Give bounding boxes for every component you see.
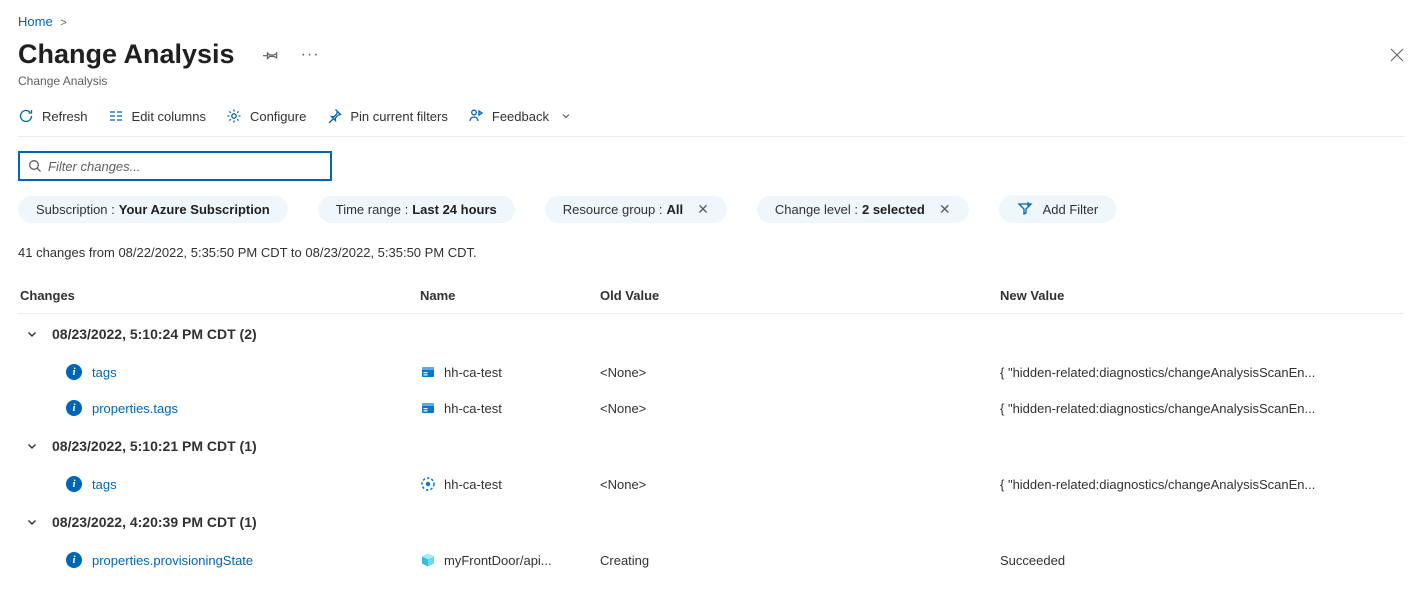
pill-subscription[interactable]: Subscription : Your Azure Subscription xyxy=(18,196,288,223)
group-header-text: 08/23/2022, 4:20:39 PM CDT (1) xyxy=(52,514,257,530)
new-value: { "hidden-related:diagnostics/changeAnal… xyxy=(998,401,1404,416)
table-group-header[interactable]: 08/23/2022, 5:10:21 PM CDT (1) xyxy=(18,426,1404,466)
new-value: { "hidden-related:diagnostics/changeAnal… xyxy=(998,477,1404,492)
table-row[interactable]: itags hh-ca-test <None>{ "hidden-related:d… xyxy=(18,354,1404,390)
edit-columns-button[interactable]: Edit columns xyxy=(108,108,206,124)
pill-timerange[interactable]: Time range : Last 24 hours xyxy=(318,196,515,223)
change-link[interactable]: properties.tags xyxy=(92,401,178,416)
feedback-label: Feedback xyxy=(492,109,549,124)
breadcrumb: Home > xyxy=(18,0,1404,39)
pill-changelevel-label: Change level : xyxy=(775,202,858,217)
pin-filters-label: Pin current filters xyxy=(350,109,448,124)
pill-rgroup-clear-icon[interactable]: ✕ xyxy=(697,202,709,216)
resource-name: hh-ca-test xyxy=(444,365,502,380)
chevron-down-icon xyxy=(26,328,38,340)
search-icon xyxy=(28,159,42,173)
old-value: Creating xyxy=(598,553,998,568)
resource-name: hh-ca-test xyxy=(444,477,502,492)
table-group-header[interactable]: 08/23/2022, 4:20:39 PM CDT (1) xyxy=(18,502,1404,542)
table-group-header[interactable]: 08/23/2022, 5:10:24 PM CDT (2) xyxy=(18,314,1404,354)
change-link[interactable]: tags xyxy=(92,365,117,380)
refresh-button[interactable]: Refresh xyxy=(18,108,88,124)
pill-subscription-label: Subscription : xyxy=(36,202,115,217)
table-row[interactable]: i properties.provisioningState myFrontDoor… xyxy=(18,542,1404,578)
pill-changelevel-clear-icon[interactable]: ✕ xyxy=(939,202,951,216)
new-value: Succeeded xyxy=(998,553,1404,568)
add-filter-label: Add Filter xyxy=(1043,202,1099,217)
pill-resource-group[interactable]: Resource group : All ✕ xyxy=(545,196,727,223)
group-header-text: 08/23/2022, 5:10:21 PM CDT (1) xyxy=(52,438,257,454)
edit-columns-label: Edit columns xyxy=(132,109,206,124)
old-value: <None> xyxy=(598,477,998,492)
info-icon: i xyxy=(66,476,82,492)
resource-name: myFrontDoor/api... xyxy=(444,553,552,568)
pill-timerange-label: Time range : xyxy=(336,202,409,217)
configure-button[interactable]: Configure xyxy=(226,108,306,124)
col-old[interactable]: Old Value xyxy=(598,288,998,303)
pill-timerange-value: Last 24 hours xyxy=(412,202,497,217)
col-changes[interactable]: Changes xyxy=(18,288,418,303)
change-link[interactable]: tags xyxy=(92,477,117,492)
breadcrumb-home[interactable]: Home xyxy=(18,14,53,29)
pill-changelevel-value: 2 selected xyxy=(862,202,925,217)
info-icon: i xyxy=(66,400,82,416)
resource-icon xyxy=(420,476,436,492)
summary-text: 41 changes from 08/22/2022, 5:35:50 PM C… xyxy=(18,245,1404,260)
more-icon[interactable]: ··· xyxy=(301,46,320,64)
change-link[interactable]: properties.provisioningState xyxy=(92,553,253,568)
old-value: <None> xyxy=(598,365,998,380)
pin-icon[interactable] xyxy=(263,47,279,63)
old-value: <None> xyxy=(598,401,998,416)
col-name[interactable]: Name xyxy=(418,288,598,303)
resource-icon xyxy=(420,552,436,568)
add-filter-button[interactable]: Add Filter xyxy=(999,195,1117,223)
table-row[interactable]: itags hh-ca-test <None>{ "hidden-related:d… xyxy=(18,466,1404,502)
group-header-text: 08/23/2022, 5:10:24 PM CDT (2) xyxy=(52,326,257,342)
changes-table: Changes Name Old Value New Value 08/23/2… xyxy=(18,278,1404,578)
chevron-down-icon xyxy=(26,516,38,528)
configure-label: Configure xyxy=(250,109,306,124)
feedback-button[interactable]: Feedback xyxy=(468,108,571,124)
pill-change-level[interactable]: Change level : 2 selected ✕ xyxy=(757,196,969,223)
table-header: Changes Name Old Value New Value xyxy=(18,278,1404,314)
pill-subscription-value: Your Azure Subscription xyxy=(119,202,270,217)
filter-input-wrapper[interactable] xyxy=(18,151,332,181)
page-subtitle: Change Analysis xyxy=(18,74,1404,88)
info-icon: i xyxy=(66,364,82,380)
toolbar: Refresh Edit columns Configure Pin curre… xyxy=(18,100,1404,137)
close-icon[interactable] xyxy=(1384,42,1410,68)
filter-input[interactable] xyxy=(48,159,322,174)
col-new[interactable]: New Value xyxy=(998,288,1404,303)
resource-name: hh-ca-test xyxy=(444,401,502,416)
refresh-label: Refresh xyxy=(42,109,88,124)
resource-icon xyxy=(420,364,436,380)
pill-rgroup-label: Resource group : xyxy=(563,202,663,217)
pill-rgroup-value: All xyxy=(667,202,684,217)
chevron-down-icon xyxy=(26,440,38,452)
resource-icon xyxy=(420,400,436,416)
pin-filters-button[interactable]: Pin current filters xyxy=(326,108,448,124)
add-filter-icon xyxy=(1017,201,1033,217)
new-value: { "hidden-related:diagnostics/changeAnal… xyxy=(998,365,1404,380)
breadcrumb-separator-icon: > xyxy=(60,17,66,29)
page-title: Change Analysis xyxy=(18,39,235,70)
info-icon: i xyxy=(66,552,82,568)
table-row[interactable]: i properties.tags hh-ca-test <None>{ "hidde… xyxy=(18,390,1404,426)
